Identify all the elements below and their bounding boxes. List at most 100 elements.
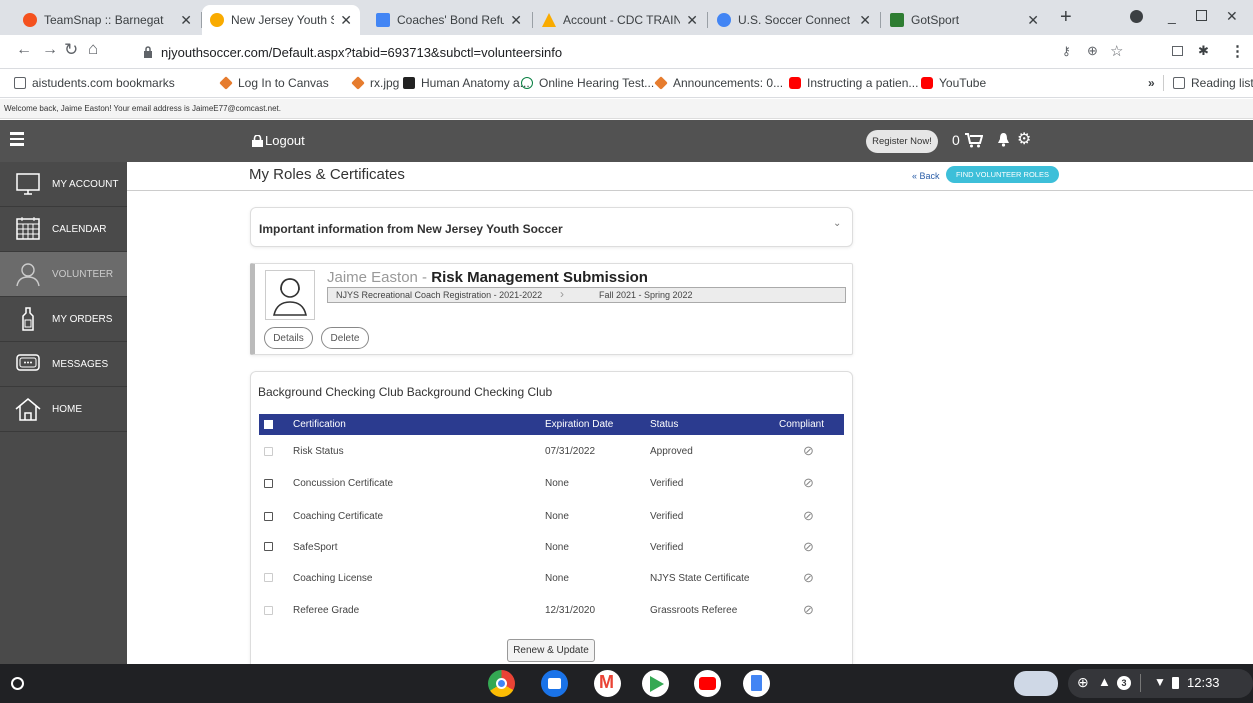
tab-search-icon[interactable]: [1172, 46, 1183, 56]
bell-icon[interactable]: [997, 132, 1010, 147]
chrome-app-icon[interactable]: [488, 670, 515, 697]
tab-cdc-train[interactable]: Account - CDC TRAIN - ✕: [534, 5, 706, 35]
tab-gotsport[interactable]: GotSport ✕: [882, 5, 1047, 35]
register-now-button[interactable]: Register Now!: [866, 130, 938, 153]
reading-list[interactable]: Reading list: [1173, 76, 1253, 90]
table-row: Concussion Certificate None Verified ⊘: [259, 467, 844, 500]
tab-teamsnap[interactable]: TeamSnap :: Barnegat ✕: [15, 5, 200, 35]
details-button[interactable]: Details: [264, 327, 313, 349]
tab-njys[interactable]: New Jersey Youth Socc ✕: [202, 5, 360, 35]
close-tab-icon[interactable]: ✕: [340, 12, 352, 29]
hearing-icon: [521, 77, 533, 89]
column-compliant: Compliant: [779, 419, 825, 430]
page-header: My Roles & Certificates « Back FIND VOLU…: [127, 162, 1253, 191]
top-navigation: Logout Register Now! 0 ⚙: [0, 120, 1253, 162]
bookmark-item[interactable]: Announcements: 0...: [654, 76, 783, 90]
column-status: Status: [650, 419, 679, 430]
important-info-accordion[interactable]: Important information from New Jersey Yo…: [250, 207, 853, 247]
system-tray[interactable]: ⊕ ▲ 3 ▼ 12:33: [1068, 669, 1253, 698]
cert-expiration: 12/31/2020: [545, 605, 596, 616]
bookmark-item[interactable]: YouTube: [921, 76, 986, 90]
profile-icon[interactable]: [1130, 10, 1143, 23]
logout-label: Logout: [265, 133, 305, 148]
canvas-icon: [351, 76, 365, 90]
sidebar-item-volunteer[interactable]: VOLUNTEER: [0, 252, 127, 297]
bookmark-star-icon[interactable]: ☆: [1110, 42, 1123, 60]
sidebar-item-my-orders[interactable]: MY ORDERS: [0, 297, 127, 342]
holding-space-thumbnail[interactable]: [1014, 671, 1058, 696]
gmail-app-icon[interactable]: M: [594, 670, 621, 697]
anatomy-icon: [403, 77, 415, 89]
files-app-icon[interactable]: [541, 670, 568, 697]
row-checkbox[interactable]: [264, 606, 273, 615]
home-icon[interactable]: ⌂: [88, 39, 98, 59]
key-icon[interactable]: ⚷: [1062, 44, 1071, 58]
close-tab-icon[interactable]: ✕: [1027, 12, 1039, 29]
important-info-title: Important information from New Jersey Yo…: [259, 222, 563, 236]
logout-link[interactable]: Logout: [252, 133, 305, 148]
close-window-icon[interactable]: ✕: [1226, 8, 1238, 25]
row-checkbox[interactable]: [264, 542, 273, 551]
row-checkbox[interactable]: [264, 479, 273, 488]
row-checkbox[interactable]: [264, 512, 273, 521]
bookmark-item[interactable]: Online Hearing Test...: [521, 76, 654, 90]
sidebar-item-label: MY ORDERS: [52, 313, 113, 325]
reading-list-label: Reading list: [1191, 76, 1253, 90]
close-tab-icon[interactable]: ✕: [510, 12, 522, 29]
cart-icon[interactable]: [965, 133, 983, 148]
chevron-down-icon[interactable]: ⌄: [833, 218, 841, 229]
bottle-icon: [22, 307, 34, 331]
extensions-icon[interactable]: ✱: [1198, 43, 1209, 59]
reload-icon[interactable]: ↻: [64, 40, 78, 60]
forward-arrow-icon[interactable]: →: [42, 41, 58, 59]
minimize-icon[interactable]: _: [1168, 8, 1176, 24]
bookmark-item[interactable]: rx.jpg: [351, 76, 399, 90]
docs-app-icon[interactable]: [743, 670, 770, 697]
tab-title: U.S. Soccer Connect: [738, 13, 851, 27]
zoom-icon[interactable]: ⊕: [1087, 43, 1098, 59]
row-checkbox[interactable]: [264, 573, 273, 582]
close-tab-icon[interactable]: ✕: [180, 12, 192, 29]
tab-us-soccer[interactable]: U.S. Soccer Connect ✕: [709, 5, 879, 35]
select-all-checkbox[interactable]: [264, 420, 273, 429]
row-checkbox[interactable]: [264, 447, 273, 456]
menu-kebab-icon[interactable]: ⋮: [1230, 42, 1245, 60]
bookmark-item[interactable]: Human Anatomy a...: [403, 76, 530, 90]
tab-coaches-bond[interactable]: Coaches' Bond Refund ✕: [368, 5, 530, 35]
settings-gear-icon[interactable]: ⚙: [1017, 129, 1031, 149]
bookmark-item[interactable]: Log In to Canvas: [219, 76, 329, 90]
new-tab-icon[interactable]: +: [1060, 6, 1072, 29]
bookmark-label: YouTube: [939, 76, 987, 90]
hamburger-menu-icon[interactable]: [10, 132, 24, 146]
sidebar-item-home[interactable]: HOME: [0, 387, 127, 432]
cert-name: Risk Status: [293, 446, 344, 457]
more-bookmarks-icon[interactable]: »: [1148, 76, 1155, 90]
close-tab-icon[interactable]: ✕: [859, 12, 871, 29]
canvas-icon: [654, 76, 668, 90]
launcher-icon[interactable]: [11, 677, 24, 690]
person-icon: [16, 263, 40, 287]
youtube-app-icon[interactable]: [694, 670, 721, 697]
role-heading: Jaime Easton - Risk Management Submissio…: [327, 269, 648, 286]
sidebar-item-messages[interactable]: MESSAGES: [0, 342, 127, 387]
sidebar-item-calendar[interactable]: CALENDAR: [0, 207, 127, 252]
role-card: Jaime Easton - Risk Management Submissio…: [250, 263, 853, 355]
compliant-check-icon: ⊘: [803, 539, 814, 554]
play-store-app-icon[interactable]: [642, 670, 669, 697]
bookmark-folder[interactable]: aistudents.com bookmarks: [14, 76, 175, 90]
reading-list-icon: [1173, 77, 1185, 89]
sidebar-item-my-account[interactable]: MY ACCOUNT: [0, 162, 127, 207]
cert-expiration: 07/31/2022: [545, 446, 596, 457]
back-link[interactable]: « Back: [912, 171, 940, 181]
url-field[interactable]: njyouthsoccer.com/Default.aspx?tabid=693…: [135, 39, 1190, 65]
cert-expiration: None: [545, 542, 569, 553]
close-tab-icon[interactable]: ✕: [686, 12, 698, 29]
monitor-icon: [16, 173, 40, 195]
restore-icon[interactable]: [1196, 10, 1207, 21]
bookmark-item[interactable]: Instructing a patien...: [789, 76, 918, 90]
folder-icon: [14, 77, 26, 89]
back-arrow-icon[interactable]: ←: [16, 41, 32, 59]
delete-button[interactable]: Delete: [321, 327, 369, 349]
renew-update-button[interactable]: Renew & Update: [507, 639, 595, 662]
find-volunteer-roles-button[interactable]: FIND VOLUNTEER ROLES: [946, 166, 1059, 183]
